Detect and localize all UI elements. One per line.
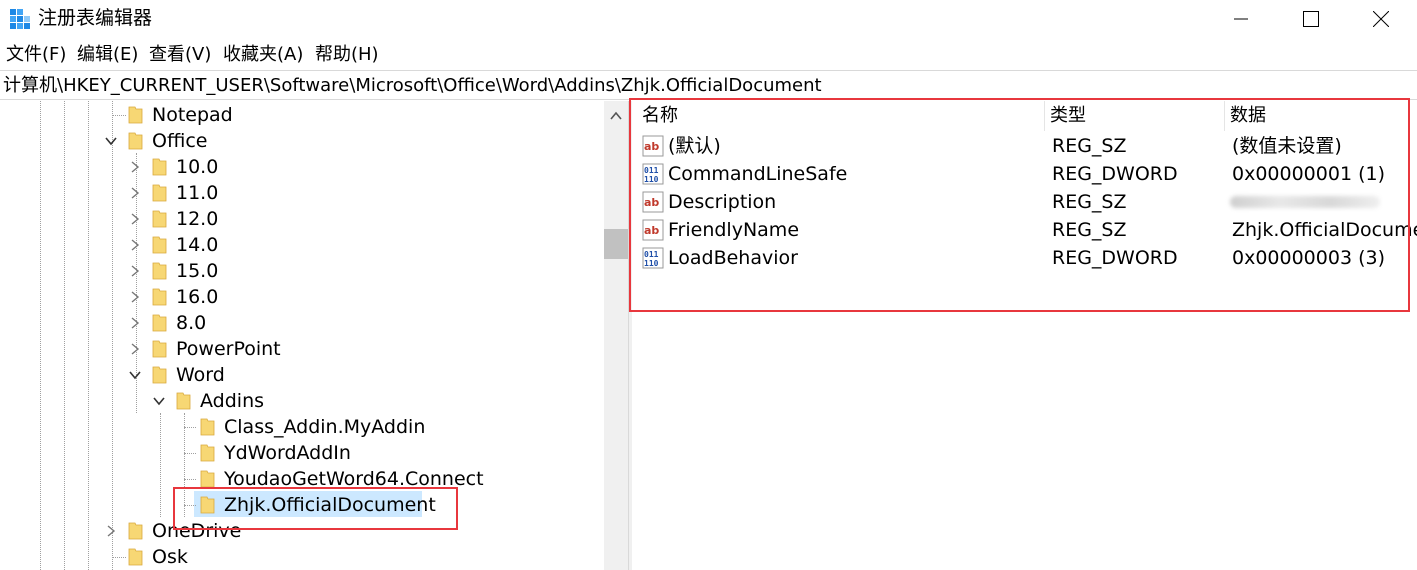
address-path[interactable]: 计算机\HKEY_CURRENT_USER\Software\Microsoft… <box>3 74 822 98</box>
tree-scrollbar[interactable] <box>604 101 628 570</box>
close-button[interactable] <box>1347 0 1415 38</box>
tree-item-label: Class_Addin.MyAddin <box>224 416 426 438</box>
folder-icon <box>200 470 215 488</box>
tree-item-11[interactable]: 11.0 <box>128 180 328 206</box>
tree-item-8[interactable]: 8.0 <box>128 310 328 336</box>
tree-item-label: Word <box>176 364 225 386</box>
tree-item-label: 14.0 <box>176 234 219 256</box>
scroll-up-icon[interactable] <box>610 111 622 121</box>
chevron-right-icon[interactable] <box>128 186 142 200</box>
folder-icon <box>128 106 143 124</box>
tree-item-addins[interactable]: Addins <box>152 388 352 414</box>
tree-item-label: 12.0 <box>176 208 219 230</box>
tree-item-12[interactable]: 12.0 <box>128 206 328 232</box>
tree-item-label: Office <box>152 130 208 152</box>
folder-icon <box>200 418 215 436</box>
tree-item-notepad[interactable]: Notepad <box>112 102 312 128</box>
tree-item-word[interactable]: Word <box>128 362 328 388</box>
chevron-down-icon[interactable] <box>152 394 166 408</box>
highlight-box-values <box>629 98 1410 312</box>
close-icon <box>1373 11 1389 27</box>
tree-item-label: 8.0 <box>176 312 207 334</box>
chevron-right-icon[interactable] <box>128 212 142 226</box>
maximize-icon <box>1303 11 1319 27</box>
tree-item-label: 16.0 <box>176 286 219 308</box>
minimize-button[interactable] <box>1207 0 1275 38</box>
tree-item-office[interactable]: Office <box>104 128 304 154</box>
tree-item-label: 15.0 <box>176 260 219 282</box>
menu-favorites[interactable]: 收藏夹(A) <box>223 43 303 67</box>
folder-icon <box>152 314 167 332</box>
folder-icon <box>176 392 191 410</box>
tree-guide-line <box>40 101 41 570</box>
menu-file[interactable]: 文件(F) <box>6 43 66 67</box>
folder-icon <box>128 132 143 150</box>
tree-item-label: 10.0 <box>176 156 219 178</box>
chevron-down-icon[interactable] <box>104 134 118 148</box>
folder-icon <box>152 158 167 176</box>
chevron-right-icon[interactable] <box>128 290 142 304</box>
menu-edit[interactable]: 编辑(E) <box>77 43 138 67</box>
chevron-right-icon[interactable] <box>104 524 118 538</box>
chevron-right-icon[interactable] <box>128 316 142 330</box>
maximize-button[interactable] <box>1277 0 1345 38</box>
chevron-right-icon[interactable] <box>128 342 142 356</box>
window-title: 注册表编辑器 <box>38 7 153 29</box>
tree-item-16[interactable]: 16.0 <box>128 284 328 310</box>
scrollbar-thumb[interactable] <box>604 229 628 259</box>
tree-item-label: 11.0 <box>176 182 219 204</box>
tree-item-osk[interactable]: Osk <box>112 544 312 570</box>
tree-guide-line <box>64 101 65 570</box>
tree-item-ydwordaddin[interactable]: YdWordAddIn <box>184 440 484 466</box>
folder-icon <box>152 184 167 202</box>
tree-item-label: Osk <box>152 546 188 568</box>
tree-item-label: PowerPoint <box>176 338 281 360</box>
chevron-down-icon[interactable] <box>128 368 142 382</box>
folder-icon <box>152 340 167 358</box>
title-bar: 注册表编辑器 <box>0 0 1417 38</box>
tree-item-10[interactable]: 10.0 <box>128 154 328 180</box>
minimize-icon <box>1234 18 1248 20</box>
folder-icon <box>152 262 167 280</box>
tree-item-label: Addins <box>200 390 265 412</box>
tree-item-14[interactable]: 14.0 <box>128 232 328 258</box>
tree-item-powerpoint[interactable]: PowerPoint <box>128 336 348 362</box>
registry-editor-icon <box>10 9 30 29</box>
folder-icon <box>152 366 167 384</box>
tree-item-label: Notepad <box>152 104 233 126</box>
folder-icon <box>128 522 143 540</box>
address-bar[interactable]: 计算机\HKEY_CURRENT_USER\Software\Microsoft… <box>0 70 1417 100</box>
folder-icon <box>152 236 167 254</box>
tree-item-15[interactable]: 15.0 <box>128 258 328 284</box>
tree-guide-line <box>160 413 161 517</box>
folder-icon <box>152 210 167 228</box>
tree-guide-line <box>112 101 113 570</box>
folder-icon <box>152 288 167 306</box>
tree-guide-line <box>88 101 89 570</box>
folder-icon <box>200 444 215 462</box>
menu-help[interactable]: 帮助(H) <box>315 43 379 67</box>
menu-bar: 文件(F) 编辑(E) 查看(V) 收藏夹(A) 帮助(H) <box>0 40 1417 68</box>
tree-item-label: YdWordAddIn <box>224 442 351 464</box>
chevron-right-icon[interactable] <box>128 238 142 252</box>
folder-icon <box>128 548 143 566</box>
chevron-right-icon[interactable] <box>128 264 142 278</box>
menu-view[interactable]: 查看(V) <box>149 43 211 67</box>
tree-item-class-addin[interactable]: Class_Addin.MyAddin <box>184 414 484 440</box>
highlight-box-selected-key <box>173 487 458 530</box>
chevron-right-icon[interactable] <box>128 160 142 174</box>
